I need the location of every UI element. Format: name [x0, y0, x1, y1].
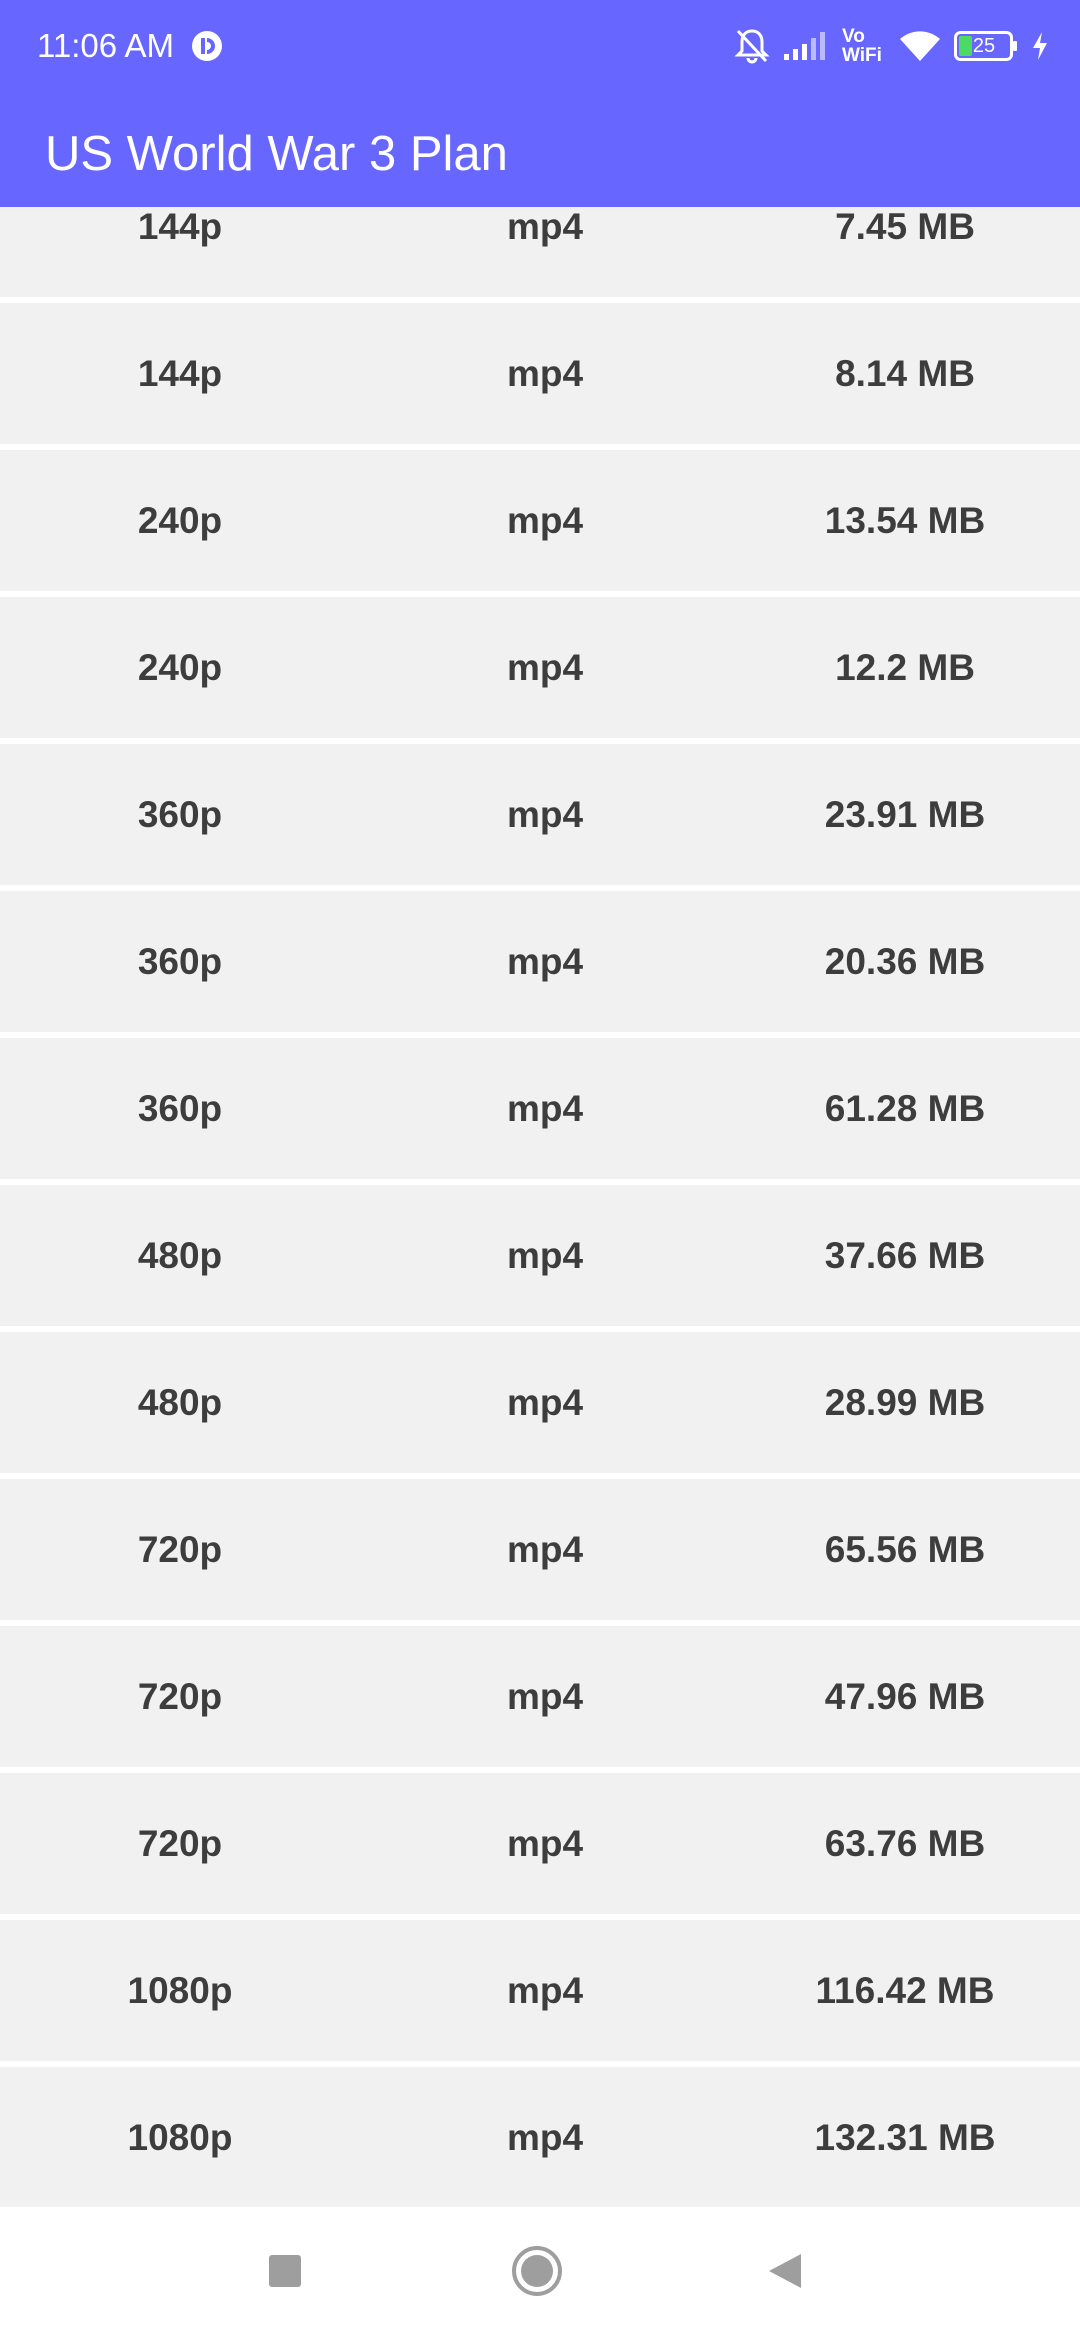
- battery-level: 25: [972, 35, 996, 57]
- vowifi-line1: Vo: [842, 26, 865, 47]
- download-option-row[interactable]: 480p mp4 37.66 MB: [0, 1185, 1080, 1326]
- download-option-row[interactable]: 240p mp4 13.54 MB: [0, 450, 1080, 591]
- system-navigation-bar: [0, 2207, 1080, 2340]
- download-option-row[interactable]: 144p mp4 8.14 MB: [0, 303, 1080, 444]
- cell-signal-icon: [782, 30, 830, 62]
- download-option-row[interactable]: 144p mp4 7.45 MB: [0, 207, 1080, 297]
- circle-icon: [510, 2244, 564, 2303]
- home-button[interactable]: [477, 2207, 597, 2340]
- size-label: 20.36 MB: [824, 941, 986, 982]
- notification-app-icon: [190, 29, 224, 63]
- recents-button[interactable]: [225, 2207, 345, 2340]
- resolution-label: 720p: [137, 1676, 223, 1717]
- size-label: 132.31 MB: [814, 2117, 996, 2158]
- format-label: mp4: [506, 1970, 584, 2011]
- size-label: 37.66 MB: [824, 1235, 986, 1276]
- format-label: mp4: [506, 207, 584, 247]
- back-button[interactable]: [725, 2207, 845, 2340]
- triangle-back-icon: [765, 2251, 805, 2296]
- square-icon: [267, 2253, 303, 2294]
- format-label: mp4: [506, 353, 584, 394]
- resolution-label: 144p: [137, 207, 223, 247]
- resolution-label: 360p: [137, 1088, 223, 1129]
- size-label: 13.54 MB: [824, 500, 986, 541]
- resolution-label: 480p: [137, 1235, 223, 1276]
- status-bar: 11:06 AM Vo WiFi 25: [0, 0, 1080, 92]
- resolution-label: 144p: [137, 353, 223, 394]
- format-label: mp4: [506, 1529, 584, 1570]
- size-label: 63.76 MB: [824, 1823, 986, 1864]
- format-label: mp4: [506, 2117, 584, 2158]
- download-option-row[interactable]: 720p mp4 47.96 MB: [0, 1626, 1080, 1767]
- size-label: 47.96 MB: [824, 1676, 986, 1717]
- status-icons: Vo WiFi 25: [734, 22, 1050, 70]
- download-option-row[interactable]: 360p mp4 23.91 MB: [0, 744, 1080, 885]
- size-label: 12.2 MB: [835, 647, 975, 688]
- bell-off-icon: [734, 27, 770, 65]
- format-label: mp4: [506, 1823, 584, 1864]
- resolution-label: 240p: [137, 500, 223, 541]
- format-label: mp4: [506, 1088, 584, 1129]
- download-option-row[interactable]: 360p mp4 61.28 MB: [0, 1038, 1080, 1179]
- status-time: 11:06 AM: [37, 27, 174, 64]
- wifi-icon: [898, 29, 942, 63]
- resolution-label: 1080p: [127, 1970, 233, 2011]
- resolution-label: 480p: [137, 1382, 223, 1423]
- app-header: 11:06 AM Vo WiFi 25 US World War 3 Plan: [0, 0, 1080, 207]
- size-label: 23.91 MB: [824, 794, 986, 835]
- download-option-row[interactable]: 240p mp4 12.2 MB: [0, 597, 1080, 738]
- download-options-list: 144p mp4 7.45 MB 144p mp4 8.14 MB 240p m…: [0, 207, 1080, 2207]
- size-label: 7.45 MB: [835, 207, 975, 247]
- vowifi-line2: WiFi: [842, 45, 882, 66]
- download-option-row[interactable]: 1080p mp4 132.31 MB: [0, 2067, 1080, 2207]
- format-label: mp4: [506, 794, 584, 835]
- download-option-row[interactable]: 360p mp4 20.36 MB: [0, 891, 1080, 1032]
- download-option-row[interactable]: 1080p mp4 116.42 MB: [0, 1920, 1080, 2061]
- format-label: mp4: [506, 941, 584, 982]
- battery-icon: 25: [954, 31, 1018, 61]
- charging-bolt-icon: [1030, 30, 1050, 62]
- size-label: 116.42 MB: [815, 1970, 995, 2011]
- size-label: 65.56 MB: [824, 1529, 986, 1570]
- size-label: 61.28 MB: [824, 1088, 986, 1129]
- format-label: mp4: [506, 500, 584, 541]
- size-label: 28.99 MB: [824, 1382, 986, 1423]
- download-option-row[interactable]: 720p mp4 63.76 MB: [0, 1773, 1080, 1914]
- resolution-label: 240p: [137, 647, 223, 688]
- vowifi-indicator: Vo WiFi: [842, 27, 886, 65]
- app-title: US World War 3 Plan: [45, 127, 508, 181]
- resolution-label: 720p: [137, 1823, 223, 1864]
- download-option-row[interactable]: 480p mp4 28.99 MB: [0, 1332, 1080, 1473]
- resolution-label: 720p: [137, 1529, 223, 1570]
- format-label: mp4: [506, 1676, 584, 1717]
- resolution-label: 360p: [137, 941, 223, 982]
- size-label: 8.14 MB: [835, 353, 975, 394]
- resolution-label: 1080p: [127, 2117, 233, 2158]
- download-option-row[interactable]: 720p mp4 65.56 MB: [0, 1479, 1080, 1620]
- resolution-label: 360p: [137, 794, 223, 835]
- format-label: mp4: [506, 1235, 584, 1276]
- format-label: mp4: [506, 647, 584, 688]
- format-label: mp4: [506, 1382, 584, 1423]
